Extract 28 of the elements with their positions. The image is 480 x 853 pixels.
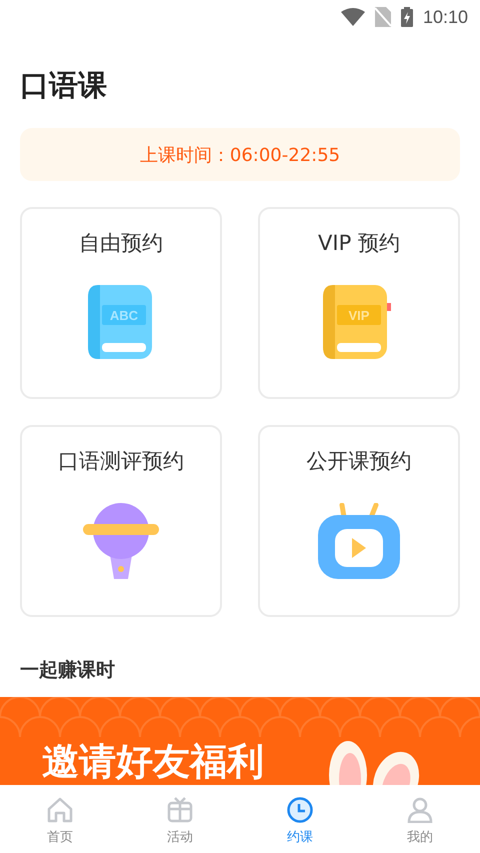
booking-card[interactable]: 公开课预约 (258, 425, 460, 617)
banner-headline: 邀请好友福利 (42, 743, 264, 780)
no-sim-icon (374, 7, 391, 27)
nav-tab[interactable]: 约课 (240, 790, 360, 853)
tv-icon (318, 503, 400, 579)
wifi-icon (340, 8, 365, 26)
person-icon (407, 797, 433, 823)
card-title: VIP 预约 (318, 230, 400, 257)
lollipop-icon (83, 503, 159, 581)
booking-card[interactable]: 自由预约 ABC (20, 207, 222, 399)
class-time-notice: 上课时间：06:00-22:55 (20, 128, 460, 181)
clock-icon (287, 797, 313, 823)
home-icon (47, 797, 73, 823)
page-title: 口语课 (20, 67, 108, 104)
book-icon: ABC (88, 285, 154, 359)
booking-card[interactable]: 口语测评预约 (20, 425, 222, 617)
gift-icon (167, 797, 193, 823)
booking-card[interactable]: VIP 预约 VIP (258, 207, 460, 399)
battery-icon (400, 7, 413, 27)
invite-banner[interactable]: 邀请好友福利 (0, 697, 480, 785)
card-title: 自由预约 (79, 230, 163, 257)
nav-tab[interactable]: 活动 (120, 790, 240, 853)
card-title: 口语测评预约 (58, 448, 184, 475)
card-title: 公开课预约 (306, 448, 412, 475)
clock-time: 10:10 (422, 6, 468, 28)
section-title: 一起赚课时 (20, 658, 116, 683)
nav-tab[interactable]: 首页 (0, 790, 120, 853)
nav-tab[interactable]: 我的 (360, 790, 480, 853)
